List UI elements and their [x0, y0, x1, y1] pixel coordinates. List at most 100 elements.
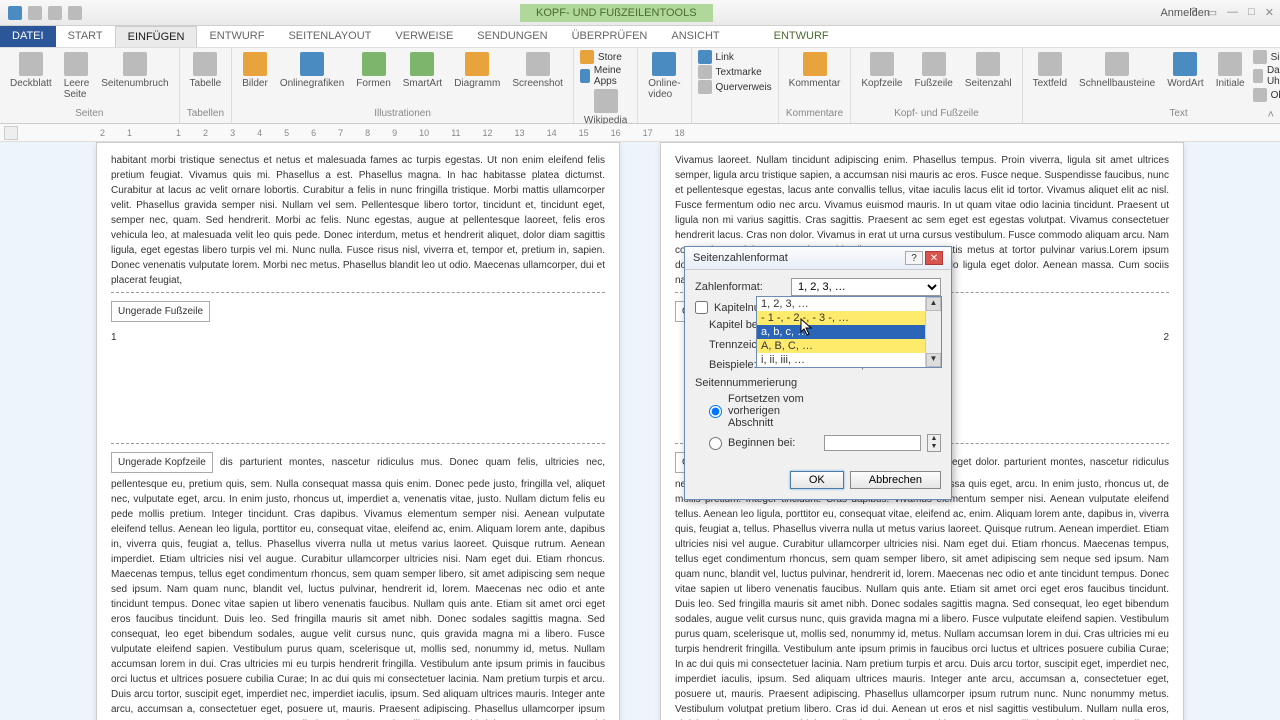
- btn-textbox[interactable]: Textfeld: [1029, 50, 1071, 102]
- group-tables: Tabelle Tabellen: [180, 48, 233, 123]
- label-number-format: Zahlenformat:: [695, 281, 785, 293]
- btn-link[interactable]: Link: [698, 50, 734, 64]
- dialog-title: Seitenzahlenformat: [693, 252, 788, 264]
- btn-header[interactable]: Kopfzeile: [857, 50, 906, 91]
- footer-separator: [111, 292, 605, 293]
- group-apps: Store Meine Apps Wikipedia Apps: [574, 48, 638, 123]
- group-pages: Deckblatt Leere Seite Seitenumbruch Seit…: [0, 48, 180, 123]
- help-icon[interactable]: ?: [1191, 6, 1197, 19]
- tab-start[interactable]: START: [56, 26, 115, 47]
- save-icon[interactable]: [28, 6, 42, 20]
- tab-review[interactable]: ÜBERPRÜFEN: [560, 26, 660, 47]
- tab-mailings[interactable]: SENDUNGEN: [465, 26, 559, 47]
- tab-layout[interactable]: SEITENLAYOUT: [276, 26, 383, 47]
- close-icon[interactable]: ✕: [1265, 6, 1274, 19]
- cancel-button[interactable]: Abbrechen: [850, 471, 941, 489]
- btn-page-break[interactable]: Seitenumbruch: [97, 50, 172, 102]
- group-media: Online-video Medien: [638, 48, 691, 123]
- format-option[interactable]: i, ii, iii, …: [757, 353, 941, 367]
- page-number-format-dialog: Seitenzahlenformat ? ✕ Zahlenformat: 1, …: [684, 246, 952, 500]
- group-comments: Kommentar Kommentare: [779, 48, 852, 123]
- redo-icon[interactable]: [68, 6, 82, 20]
- footer-label: Ungerade Fußzeile: [111, 301, 210, 322]
- label-continue: Fortsetzen vom vorherigen Abschnitt: [728, 393, 818, 429]
- btn-crossref[interactable]: Querverweis: [698, 80, 772, 94]
- minimize-icon[interactable]: —: [1227, 6, 1238, 19]
- number-format-select[interactable]: 1, 2, 3, …: [791, 278, 941, 296]
- btn-object[interactable]: Objekt: [1253, 88, 1280, 102]
- quick-access-toolbar: [0, 6, 90, 20]
- btn-pictures[interactable]: Bilder: [238, 50, 272, 91]
- dialog-close-icon[interactable]: ✕: [925, 251, 943, 265]
- btn-my-apps[interactable]: Meine Apps: [580, 65, 631, 87]
- btn-bookmark[interactable]: Textmarke: [698, 65, 762, 79]
- btn-online-pictures[interactable]: Onlinegrafiken: [276, 50, 348, 91]
- group-links: Link Textmarke Querverweis Links: [692, 48, 779, 123]
- ok-button[interactable]: OK: [790, 471, 844, 489]
- collapse-ribbon-icon[interactable]: ˄: [1268, 109, 1274, 121]
- group-text: Textfeld Schnellbausteine WordArt Initia…: [1023, 48, 1280, 123]
- horizontal-ruler: 21123456789101112131415161718: [0, 124, 1280, 142]
- tab-context-draft[interactable]: ENTWURF: [762, 26, 841, 47]
- ribbon-options-icon[interactable]: ▭: [1207, 6, 1217, 19]
- btn-wordart[interactable]: WordArt: [1163, 50, 1208, 102]
- tab-file[interactable]: DATEI: [0, 26, 56, 47]
- format-option[interactable]: - 1 -, - 2 -, - 3 -, …: [757, 311, 941, 325]
- btn-online-video[interactable]: Online-video: [644, 50, 684, 102]
- tab-view[interactable]: ANSICHT: [659, 26, 731, 47]
- btn-footer[interactable]: Fußzeile: [911, 50, 957, 91]
- cursor-icon: [800, 318, 814, 336]
- body-text: dis parturient montes, nascetur ridiculu…: [111, 457, 605, 720]
- btn-signature[interactable]: Signaturzeile: [1253, 50, 1280, 64]
- radio-begin-at[interactable]: [709, 437, 722, 450]
- label-begin-at: Beginnen bei:: [728, 437, 818, 449]
- scroll-down-icon[interactable]: ▼: [926, 353, 941, 367]
- ribbon-tabs: DATEI START EINFÜGEN ENTWURF SEITENLAYOU…: [0, 26, 1280, 48]
- tab-references[interactable]: VERWEISE: [383, 26, 465, 47]
- btn-store[interactable]: Store: [580, 50, 622, 64]
- document-area: habitant morbi tristique senectus et net…: [0, 142, 1280, 720]
- format-option[interactable]: 1, 2, 3, …: [757, 297, 941, 311]
- window-controls: ? ▭ — □ ✕: [1191, 6, 1274, 19]
- chapter-number-checkbox[interactable]: [695, 301, 708, 314]
- tab-design[interactable]: ENTWURF: [197, 26, 276, 47]
- begin-at-spinner[interactable]: ▲▼: [927, 434, 941, 452]
- maximize-icon[interactable]: □: [1248, 6, 1255, 19]
- page-number: 1: [111, 326, 605, 349]
- undo-icon[interactable]: [48, 6, 62, 20]
- format-option[interactable]: A, B, C, …: [757, 339, 941, 353]
- begin-at-input[interactable]: [824, 435, 921, 451]
- header-separator: [111, 443, 605, 444]
- btn-smartart[interactable]: SmartArt: [399, 50, 446, 91]
- radio-continue[interactable]: [709, 405, 722, 418]
- btn-cover-page[interactable]: Deckblatt: [6, 50, 56, 102]
- page-left[interactable]: habitant morbi tristique senectus et net…: [96, 142, 620, 720]
- ribbon: Deckblatt Leere Seite Seitenumbruch Seit…: [0, 48, 1280, 124]
- section-page-numbering: Seitennummerierung: [695, 377, 941, 389]
- header-label: Ungerade Kopfzeile: [111, 452, 213, 473]
- btn-datetime[interactable]: Datum und Uhrzeit: [1253, 65, 1280, 87]
- btn-quickparts[interactable]: Schnellbausteine: [1075, 50, 1159, 102]
- btn-table[interactable]: Tabelle: [186, 50, 226, 91]
- group-header-footer: Kopfzeile Fußzeile Seitenzahl Kopf- und …: [851, 48, 1022, 123]
- scroll-up-icon[interactable]: ▲: [926, 297, 941, 311]
- btn-shapes[interactable]: Formen: [352, 50, 394, 91]
- dialog-help-icon[interactable]: ?: [905, 251, 923, 265]
- dropdown-scrollbar[interactable]: ▲ ▼: [925, 297, 941, 367]
- title-bar: Dokument2 - Word KOPF- UND FUßZEILENTOOL…: [0, 0, 1280, 26]
- contextual-tab-label: KOPF- UND FUßZEILENTOOLS: [520, 4, 713, 22]
- ruler-corner: [4, 126, 18, 140]
- btn-screenshot[interactable]: Screenshot: [508, 50, 567, 91]
- group-illustrations: Bilder Onlinegrafiken Formen SmartArt Di…: [232, 48, 574, 123]
- btn-comment[interactable]: Kommentar: [785, 50, 845, 91]
- format-option[interactable]: a, b, c, …: [757, 325, 941, 339]
- number-format-dropdown[interactable]: 1, 2, 3, … - 1 -, - 2 -, - 3 -, … a, b, …: [756, 296, 942, 368]
- btn-chart[interactable]: Diagramm: [450, 50, 504, 91]
- btn-page-number[interactable]: Seitenzahl: [961, 50, 1016, 91]
- btn-wikipedia[interactable]: Wikipedia: [580, 87, 631, 128]
- word-icon: [8, 6, 22, 20]
- btn-blank-page[interactable]: Leere Seite: [60, 50, 94, 102]
- btn-dropcap[interactable]: Initiale: [1212, 50, 1249, 102]
- tab-insert[interactable]: EINFÜGEN: [115, 26, 198, 47]
- dialog-titlebar: Seitenzahlenformat ? ✕: [685, 247, 951, 270]
